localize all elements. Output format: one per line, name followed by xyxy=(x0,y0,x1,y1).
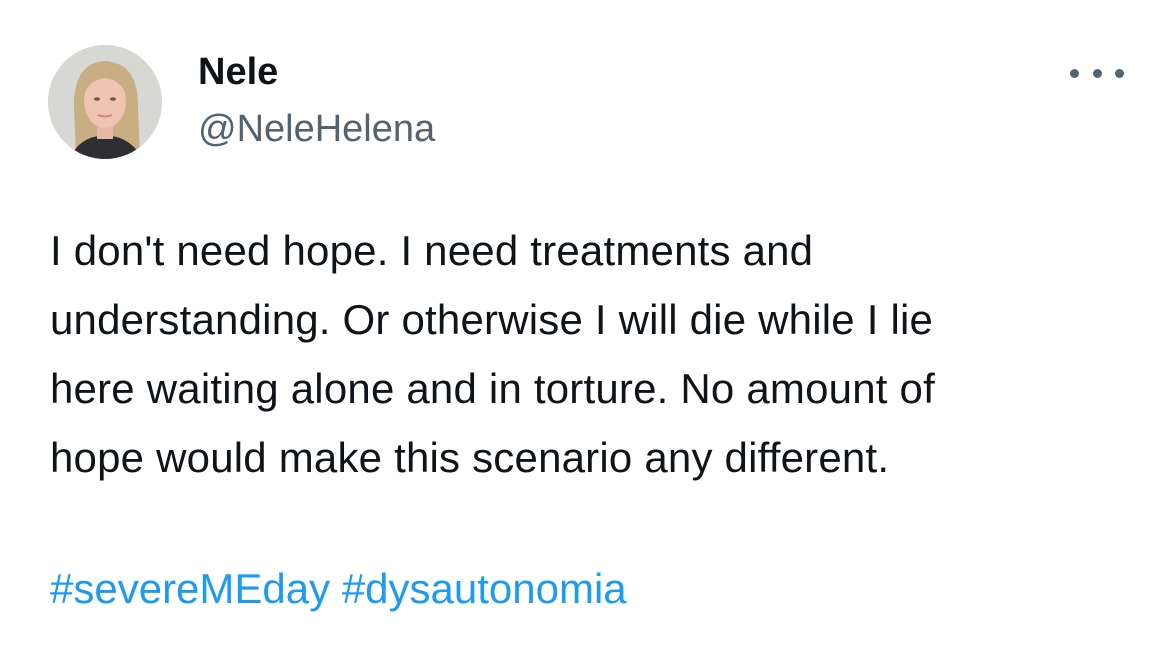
author-handle[interactable]: @NeleHelena xyxy=(198,107,435,151)
tweet-text: I don't need hope. I need treatments and… xyxy=(50,227,935,481)
more-options-icon[interactable] xyxy=(1070,58,1124,88)
author-avatar[interactable] xyxy=(48,45,162,159)
tweet-card: Nele @NeleHelena I don't need hope. I ne… xyxy=(0,0,1170,655)
avatar-photo-icon xyxy=(48,45,162,159)
hashtag-link[interactable]: #severeMEday xyxy=(50,565,330,612)
author-display-name[interactable]: Nele xyxy=(198,50,278,94)
dot xyxy=(1115,68,1124,78)
dot xyxy=(1092,68,1102,78)
dot xyxy=(1070,68,1079,78)
hashtag-link[interactable]: #dysautonomia xyxy=(342,565,627,612)
tweet-hashtags: #severeMEday #dysautonomia xyxy=(50,559,627,619)
